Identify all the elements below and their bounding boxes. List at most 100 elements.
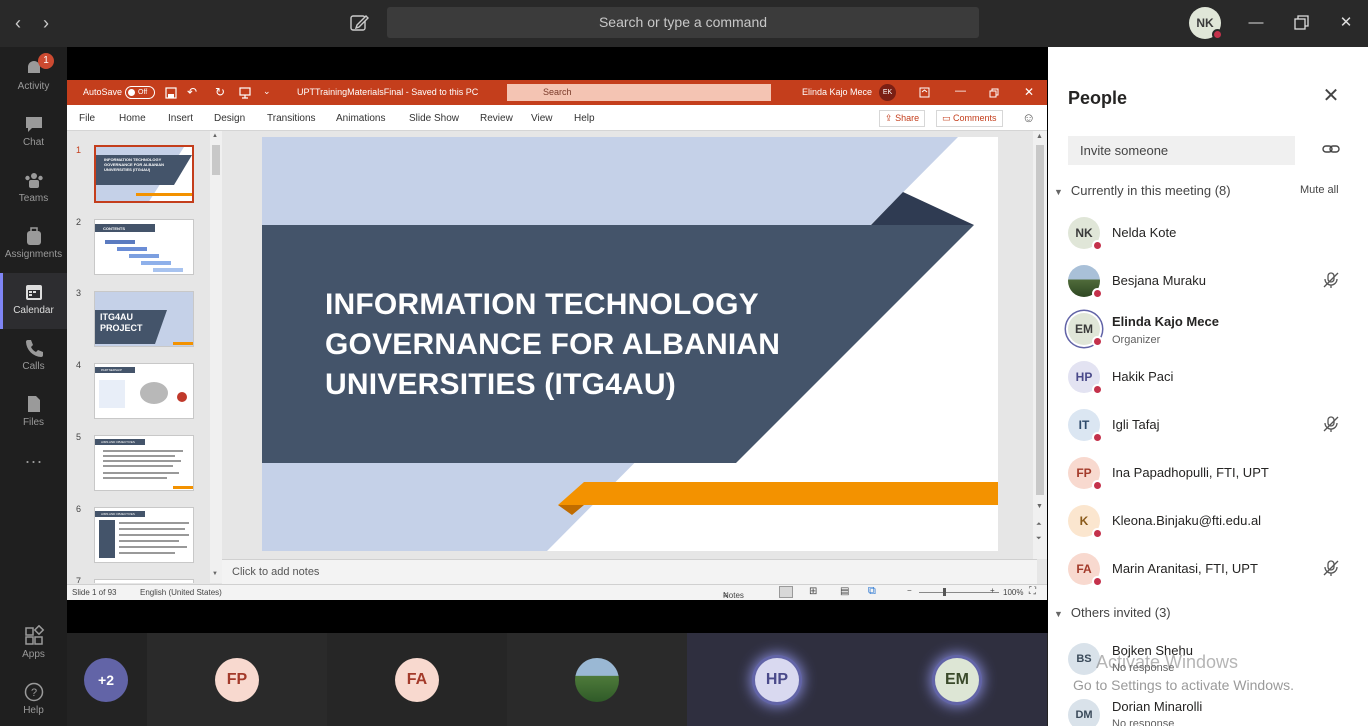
overflow-tile[interactable]: +2 (67, 633, 147, 726)
slide-scrollbar[interactable]: ▲ ▼ ⏶ ⏷ (1033, 131, 1047, 559)
previous-slide-icon[interactable]: ⏶ (1036, 521, 1042, 529)
ppt-search-input[interactable]: Search (507, 84, 771, 101)
undo-icon[interactable]: ↶ (187, 85, 197, 99)
ppt-minimize-icon[interactable]: — (955, 85, 966, 97)
fit-to-window-icon[interactable]: ⛶ (1029, 586, 1036, 597)
tab-slide-show[interactable]: Slide Show (409, 113, 459, 124)
tab-view[interactable]: View (531, 113, 553, 124)
participant-row[interactable]: HP Hakik Paci (1048, 357, 1368, 405)
back-arrow-icon[interactable]: ‹ (8, 12, 28, 34)
zoom-slider[interactable] (919, 592, 999, 593)
in-meeting-section-header[interactable]: ▼ Currently in this meeting (8) (1054, 183, 1231, 198)
rail-item-apps[interactable]: Apps (0, 617, 67, 673)
slide-thumbnail-1[interactable]: INFORMATION TECHNOLOGY GOVERNANCE FOR AL… (94, 145, 194, 203)
participant-row[interactable]: EM Elinda Kajo Mece Organizer (1048, 309, 1368, 357)
normal-view-icon[interactable] (779, 586, 793, 598)
invited-row[interactable]: DM Dorian Minarolli No response (1048, 695, 1368, 726)
customize-toolbar-icon[interactable]: ⌄ (263, 86, 271, 97)
feedback-smiley-icon[interactable]: ☺ (1022, 110, 1035, 125)
tab-design[interactable]: Design (214, 113, 245, 124)
participant-row[interactable]: FA Marin Aranitasi, FTI, UPT (1048, 549, 1368, 597)
comments-button[interactable]: ▭ Comments (936, 110, 1003, 127)
participant-tile[interactable]: FA (327, 633, 507, 726)
mic-off-icon[interactable] (1322, 415, 1340, 433)
rail-item-calendar[interactable]: Calendar (0, 273, 67, 329)
participant-tile[interactable]: FP (147, 633, 327, 726)
rail-item-activity[interactable]: Activity 1 (0, 49, 67, 105)
participant-row[interactable]: K Kleona.Binjaku@fti.edu.al (1048, 501, 1368, 549)
command-search-input[interactable]: Search or type a command (387, 7, 979, 38)
slide-thumbnail-7[interactable] (94, 579, 194, 583)
restore-icon[interactable] (1289, 12, 1313, 34)
ribbon-display-icon[interactable] (919, 87, 930, 98)
status-language[interactable]: English (United States) (140, 588, 222, 597)
tab-file[interactable]: File (79, 113, 95, 124)
rail-item-assignments[interactable]: Assignments (0, 217, 67, 273)
mic-off-icon[interactable] (1322, 559, 1340, 577)
scroll-down-icon[interactable]: ▼ (1036, 503, 1043, 510)
participant-row[interactable]: FP Ina Papadhopulli, FTI, UPT (1048, 453, 1368, 501)
tab-home[interactable]: Home (119, 113, 146, 124)
rail-item-chat[interactable]: Chat (0, 105, 67, 161)
tab-review[interactable]: Review (480, 113, 513, 124)
next-slide-icon[interactable]: ⏷ (1036, 535, 1042, 543)
more-apps-icon[interactable]: ··· (0, 451, 67, 481)
rail-item-help[interactable]: ? Help (0, 673, 67, 726)
slide-thumbnail-4[interactable]: PARTNERSHIP (94, 363, 194, 419)
notes-pane[interactable]: Click to add notes (222, 559, 1037, 584)
participant-tile[interactable]: EM (867, 633, 1047, 726)
share-button[interactable]: ⇪ Share (879, 110, 926, 127)
slide-thumbnail-2[interactable]: CONTENTS (94, 219, 194, 275)
tab-animations[interactable]: Animations (336, 113, 385, 124)
comment-icon: ▭ (942, 113, 951, 123)
participant-tile[interactable]: HP (687, 633, 867, 726)
scroll-down-icon[interactable]: ▼ (212, 571, 218, 577)
slide-thumbnail-3[interactable]: ITG4AU PROJECT (94, 291, 194, 347)
participant-tile[interactable] (507, 633, 687, 726)
invite-someone-input[interactable]: Invite someone (1068, 136, 1295, 165)
slide-thumbnail-6[interactable]: AIMS AND OBJECTIVES (94, 507, 194, 563)
scroll-up-icon[interactable]: ▲ (1036, 133, 1043, 140)
rail-item-teams[interactable]: Teams (0, 161, 67, 217)
link-icon[interactable] (1321, 139, 1341, 159)
zoom-in-icon[interactable]: + (990, 586, 995, 595)
slide-sorter-icon[interactable]: ⊞ (809, 586, 817, 597)
participant-row[interactable]: Besjana Muraku (1048, 261, 1368, 309)
mic-off-icon[interactable] (1322, 271, 1340, 289)
ppt-restore-icon[interactable] (989, 88, 999, 98)
reading-view-icon[interactable]: ▤ (840, 586, 849, 597)
ppt-user-avatar[interactable]: EK (879, 84, 896, 101)
overflow-count[interactable]: +2 (84, 658, 128, 702)
zoom-level[interactable]: 100% (1003, 588, 1023, 597)
rail-item-calls[interactable]: Calls (0, 329, 67, 385)
comments-label: Comments (953, 113, 997, 123)
tab-help[interactable]: Help (574, 113, 595, 124)
tab-transitions[interactable]: Transitions (267, 113, 316, 124)
scroll-up-icon[interactable]: ▲ (212, 133, 218, 139)
participant-row[interactable]: IT Igli Tafaj (1048, 405, 1368, 453)
share-label: Share (895, 113, 920, 123)
close-panel-icon[interactable]: ✕ (1320, 85, 1342, 107)
current-slide[interactable]: INFORMATION TECHNOLOGY GOVERNANCE FOR AL… (262, 137, 998, 551)
rail-item-files[interactable]: Files (0, 385, 67, 441)
user-avatar[interactable]: NK (1189, 7, 1223, 40)
autosave-toggle[interactable]: Off (125, 86, 155, 99)
people-panel: People ✕ Invite someone ▼ Currently in th… (1048, 47, 1368, 726)
mute-all-button[interactable]: Mute all (1300, 184, 1339, 196)
slide-thumbnail-5[interactable]: AIMS AND OBJECTIVES (94, 435, 194, 491)
slide-show-icon[interactable]: ⧉ (868, 585, 876, 598)
close-window-icon[interactable]: ✕ (1334, 12, 1358, 34)
minimize-icon[interactable]: — (1244, 12, 1268, 34)
present-icon[interactable] (239, 87, 251, 99)
forward-arrow-icon[interactable]: › (36, 12, 56, 34)
thumbnails-scrollbar[interactable]: ▲ ▼ (210, 131, 222, 583)
participant-row[interactable]: NK Nelda Kote (1048, 213, 1368, 261)
save-icon[interactable] (165, 87, 177, 99)
zoom-slider-thumb[interactable] (943, 588, 946, 596)
tab-insert[interactable]: Insert (168, 113, 193, 124)
zoom-out-icon[interactable]: − (907, 586, 912, 595)
compose-icon[interactable] (348, 12, 370, 34)
others-invited-section-header[interactable]: ▼ Others invited (3) (1054, 605, 1171, 620)
redo-icon[interactable]: ↻ (215, 85, 225, 99)
ppt-close-icon[interactable]: ✕ (1024, 85, 1034, 99)
